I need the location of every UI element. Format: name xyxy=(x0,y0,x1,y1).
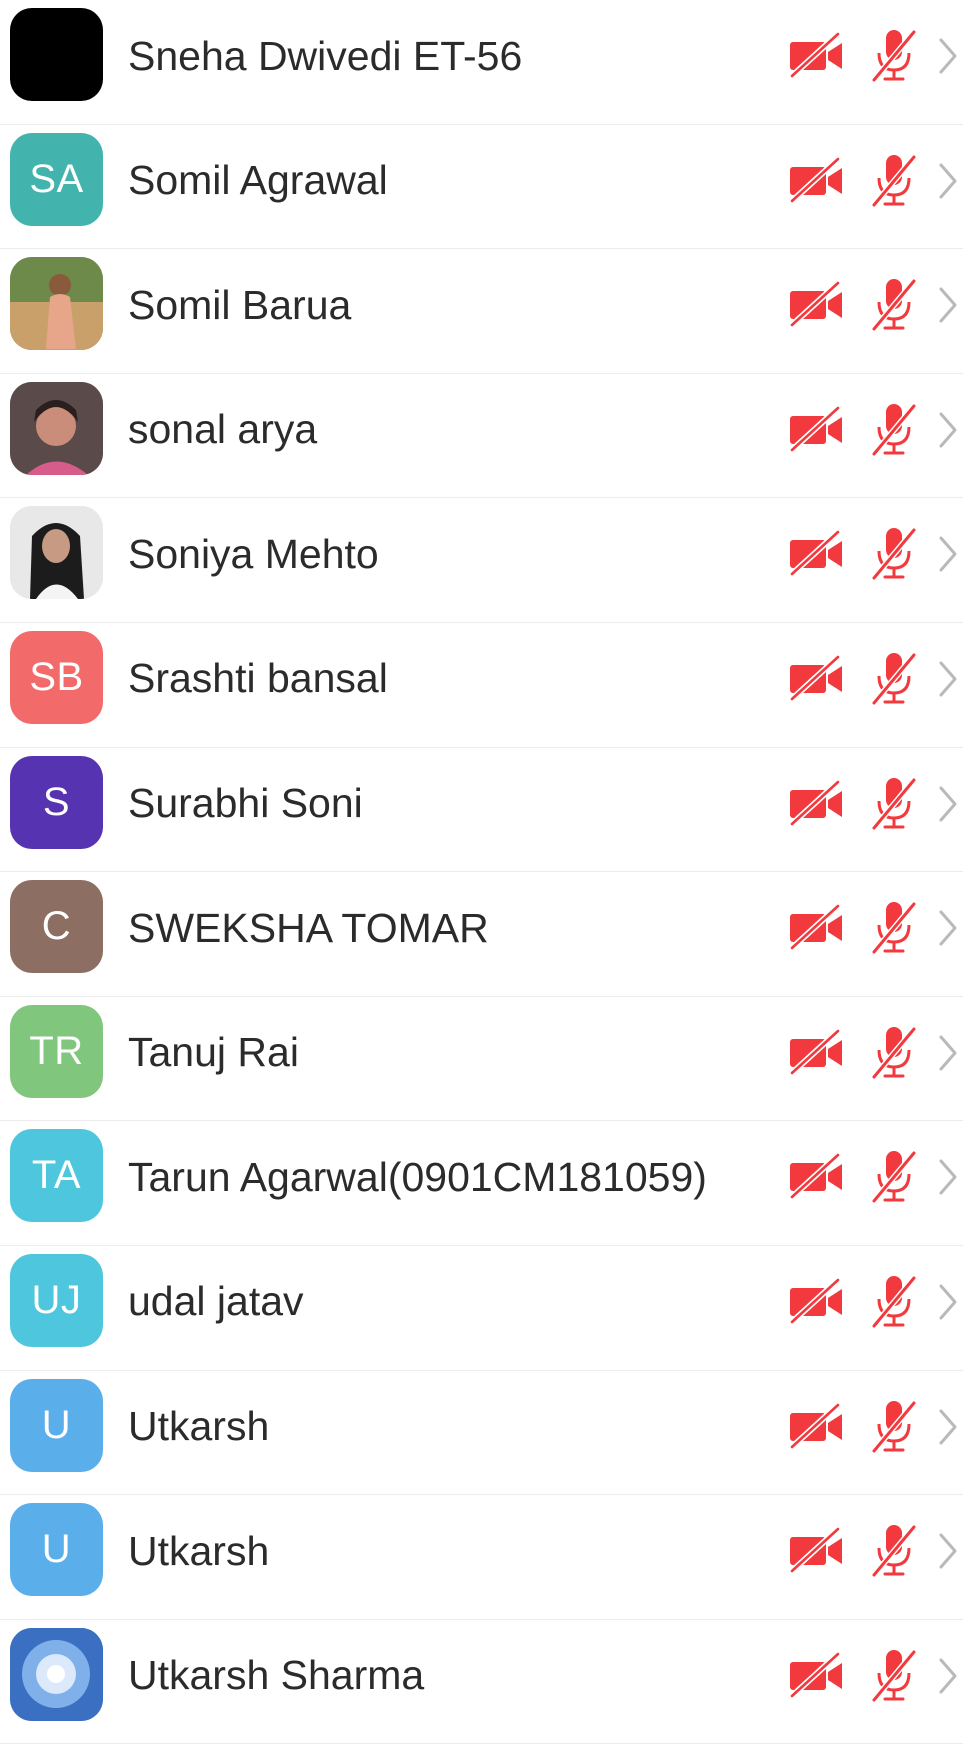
avatar-initials: S xyxy=(42,779,71,824)
video-off-icon xyxy=(788,31,846,79)
participant-name: SWEKSHA TOMAR xyxy=(128,904,489,951)
participant-name: Somil Barua xyxy=(128,281,352,328)
participant-name: Srashti bansal xyxy=(128,655,388,702)
video-off-icon xyxy=(788,778,846,827)
participant-row[interactable]: sonal arya xyxy=(0,373,963,499)
avatar: SA xyxy=(10,132,103,226)
participant-row[interactable]: Somil Barua xyxy=(0,249,963,374)
participant-name: Utkarsh xyxy=(128,1527,270,1574)
participant-row[interactable]: UJ udal jatav xyxy=(0,1245,963,1371)
avatar-initials: U xyxy=(41,1402,72,1447)
participant-name: sonal arya xyxy=(128,406,318,453)
chevron-right-icon[interactable] xyxy=(936,285,960,325)
avatar: U xyxy=(10,1378,103,1472)
avatar-initials: SA xyxy=(29,156,84,201)
mic-muted-icon xyxy=(866,1023,922,1081)
mic-muted-icon xyxy=(866,1521,922,1579)
chevron-right-icon[interactable] xyxy=(936,1282,960,1322)
mic-muted-icon xyxy=(866,774,922,832)
participant-name: Surabhi Soni xyxy=(128,780,363,827)
chevron-right-icon[interactable] xyxy=(936,1656,960,1696)
participant-row[interactable]: SA Somil Agrawal xyxy=(0,124,963,250)
avatar-initials: UJ xyxy=(31,1277,82,1322)
participant-row[interactable]: C SWEKSHA TOMAR xyxy=(0,872,963,997)
participant-name: udal jatav xyxy=(128,1278,304,1325)
video-off-icon xyxy=(788,1276,846,1325)
avatar-initials: TR xyxy=(29,1028,84,1073)
chevron-right-icon[interactable] xyxy=(936,534,960,574)
mic-muted-icon xyxy=(866,898,922,956)
participant-row[interactable]: S Surabhi Soni xyxy=(0,747,963,873)
avatar xyxy=(10,257,103,351)
chevron-right-icon[interactable] xyxy=(936,161,960,201)
avatar xyxy=(10,381,103,475)
chevron-right-icon[interactable] xyxy=(936,659,960,699)
participant-name: Somil Agrawal xyxy=(128,157,388,204)
avatar xyxy=(10,506,103,600)
mic-muted-icon xyxy=(866,26,922,84)
chevron-right-icon[interactable] xyxy=(936,410,960,450)
avatar xyxy=(10,8,103,101)
chevron-right-icon[interactable] xyxy=(936,1407,960,1447)
participants-list: Sneha Dwivedi ET-56 SA Somil Agrawal Somil … xyxy=(0,0,963,1744)
mic-muted-icon xyxy=(866,524,922,582)
avatar: UJ xyxy=(10,1253,103,1347)
participant-name: Tanuj Rai xyxy=(128,1029,299,1076)
avatar xyxy=(10,1627,103,1721)
video-off-icon xyxy=(788,155,846,204)
video-off-icon xyxy=(788,1401,846,1450)
participant-row[interactable]: SB Srashti bansal xyxy=(0,622,963,748)
mic-muted-icon xyxy=(866,1646,922,1704)
chevron-right-icon[interactable] xyxy=(936,1531,960,1571)
video-off-icon xyxy=(788,1152,846,1201)
video-off-icon xyxy=(788,1526,846,1575)
chevron-right-icon[interactable] xyxy=(936,36,960,76)
avatar: TR xyxy=(10,1004,103,1098)
mic-muted-icon xyxy=(866,400,922,458)
participant-name: Tarun Agarwal(0901CM181059) xyxy=(128,1153,707,1200)
avatar: C xyxy=(10,880,103,974)
mic-muted-icon xyxy=(866,1147,922,1205)
video-off-icon xyxy=(788,653,846,702)
avatar-initials: TA xyxy=(31,1153,82,1198)
avatar: U xyxy=(10,1503,103,1597)
chevron-right-icon[interactable] xyxy=(936,784,960,824)
avatar: SB xyxy=(10,630,103,724)
participant-name: Soniya Mehto xyxy=(128,530,379,577)
video-off-icon xyxy=(788,280,846,329)
participant-row[interactable]: Sneha Dwivedi ET-56 xyxy=(0,0,963,125)
video-off-icon xyxy=(788,529,846,578)
participant-name: Sneha Dwivedi ET-56 xyxy=(128,32,523,79)
video-off-icon xyxy=(788,1027,846,1076)
video-off-icon xyxy=(788,903,846,952)
mic-muted-icon xyxy=(866,1272,922,1330)
avatar-initials: SB xyxy=(29,654,84,699)
participant-row[interactable]: U Utkarsh xyxy=(0,1495,963,1620)
participant-row[interactable]: U Utkarsh xyxy=(0,1370,963,1496)
participant-row[interactable]: Utkarsh Sharma xyxy=(0,1619,963,1744)
chevron-right-icon[interactable] xyxy=(936,1157,960,1197)
avatar: TA xyxy=(10,1129,103,1223)
chevron-right-icon[interactable] xyxy=(936,908,960,948)
mic-muted-icon xyxy=(866,275,922,333)
participant-name: Utkarsh xyxy=(128,1403,270,1450)
participant-row[interactable]: TA Tarun Agarwal(0901CM181059) xyxy=(0,1121,963,1246)
avatar-initials: U xyxy=(41,1527,72,1572)
mic-muted-icon xyxy=(866,151,922,209)
participant-row[interactable]: TR Tanuj Rai xyxy=(0,996,963,1122)
video-off-icon xyxy=(788,1650,846,1699)
mic-muted-icon xyxy=(866,649,922,707)
mic-muted-icon xyxy=(866,1397,922,1455)
avatar: S xyxy=(10,755,103,849)
participant-row[interactable]: Soniya Mehto xyxy=(0,498,963,623)
chevron-right-icon[interactable] xyxy=(936,1033,960,1073)
avatar-initials: C xyxy=(41,904,72,949)
video-off-icon xyxy=(788,404,846,453)
